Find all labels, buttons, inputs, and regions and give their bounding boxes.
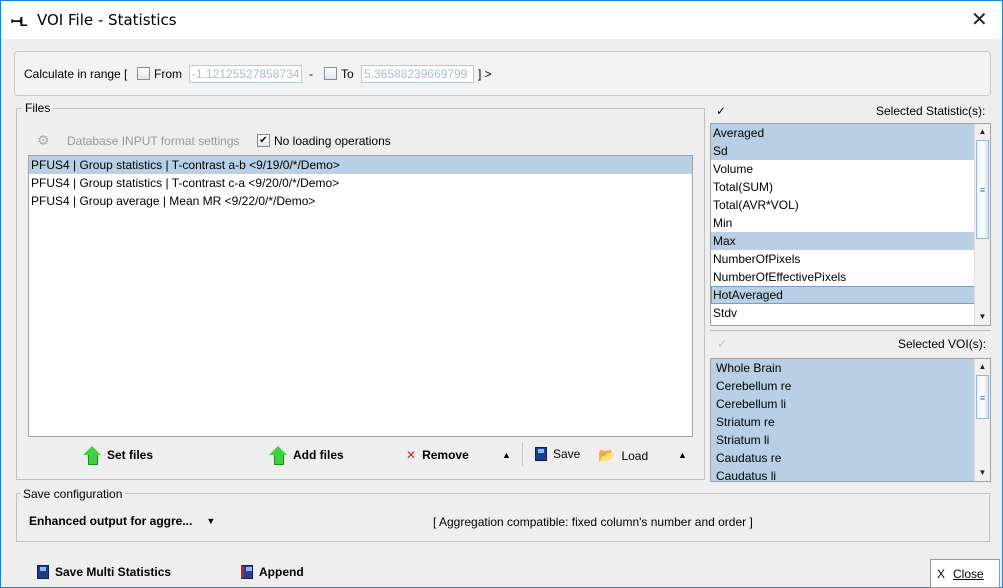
statistic-item[interactable]: Sd xyxy=(711,142,990,160)
load-menu-arrow[interactable]: ▲ xyxy=(678,450,687,460)
plug-icon: ⚙ xyxy=(37,132,50,148)
remove-label: Remove xyxy=(422,448,469,462)
scroll-thumb[interactable]: ≡ xyxy=(976,140,989,239)
remove-button[interactable]: ✕ Remove xyxy=(406,448,469,462)
append-label: Append xyxy=(259,565,304,579)
remove-menu-arrow[interactable]: ▲ xyxy=(502,450,511,460)
scroll-down-icon[interactable]: ▼ xyxy=(975,310,990,324)
title-bar: ꟷL VOI File - Statistics ✕ xyxy=(1,1,1002,39)
voi-item[interactable]: Cerebellum li xyxy=(714,395,990,413)
dialog-window: ꟷL VOI File - Statistics ✕ Calculate in … xyxy=(0,0,1003,588)
scroll-up-icon[interactable]: ▲ xyxy=(975,360,990,374)
no-loading-checkbox[interactable]: ✔ xyxy=(257,134,270,147)
save-files-button[interactable]: Save xyxy=(535,447,580,461)
statistics-list[interactable]: Averaged Sd Volume Total(SUM) Total(AVR*VOL)… xyxy=(710,123,991,326)
statistic-item[interactable]: NumberOfPixels xyxy=(711,250,990,268)
set-files-label: Set files xyxy=(107,448,154,462)
range-panel: Calculate in range [ From -1.12125527858… xyxy=(14,51,991,96)
statistic-item[interactable]: Min xyxy=(711,214,990,232)
files-list[interactable]: PFUS4 | Group statistics | T-contrast a-… xyxy=(28,155,693,437)
file-item[interactable]: PFUS4 | Group statistics | T-contrast c-… xyxy=(29,174,692,192)
statistic-item[interactable]: Volume xyxy=(711,160,990,178)
app-icon: ꟷL xyxy=(11,14,27,29)
statistic-item[interactable]: Total(SUM) xyxy=(711,178,990,196)
aggregation-info: [ Aggregation compatible: fixed column's… xyxy=(433,515,753,529)
divider xyxy=(710,330,991,331)
statistic-item[interactable]: Total(AVR*VOL) xyxy=(711,196,990,214)
green-arrow-up-icon xyxy=(83,446,101,465)
add-files-label: Add files xyxy=(293,448,344,462)
statistic-item[interactable]: HotAveraged xyxy=(711,286,990,304)
output-mode-value: Enhanced output for aggre... xyxy=(29,514,193,528)
close-label: Close xyxy=(953,566,984,581)
statistic-item[interactable]: NumberOfEffectivePixels xyxy=(711,268,990,286)
append-disk-icon xyxy=(241,565,253,579)
to-checkbox[interactable] xyxy=(324,67,337,80)
voi-item[interactable]: Cerebellum re xyxy=(714,377,990,395)
from-label: From xyxy=(154,67,182,81)
voi-title: Selected VOI(s): xyxy=(898,337,987,351)
x-icon: ✕ xyxy=(406,448,417,462)
to-input[interactable]: 5.36588239669799 xyxy=(361,65,474,83)
file-item[interactable]: PFUS4 | Group statistics | T-contrast a-… xyxy=(29,156,692,174)
scroll-up-icon[interactable]: ▲ xyxy=(975,125,990,139)
statistic-item[interactable]: Stdv xyxy=(711,304,990,322)
statistic-item[interactable]: Max xyxy=(711,232,990,250)
file-item[interactable]: PFUS4 | Group average | Mean MR <9/22/0/… xyxy=(29,192,692,210)
voi-item[interactable]: Caudatus li xyxy=(714,467,990,481)
range-label: Calculate in range [ xyxy=(24,67,128,81)
floppy-disk-icon xyxy=(37,565,49,579)
voi-item[interactable]: Striatum li xyxy=(714,431,990,449)
folder-open-icon: 📂 xyxy=(598,447,616,463)
files-title: Files xyxy=(22,101,54,115)
voi-item[interactable]: Whole Brain xyxy=(714,359,990,377)
to-label: To xyxy=(341,67,354,81)
voi-item[interactable]: Striatum re xyxy=(714,413,990,431)
voi-scrollbar[interactable]: ▲ ≡ ▼ xyxy=(974,359,990,481)
load-files-button[interactable]: 📂 Load xyxy=(598,447,648,464)
divider xyxy=(522,442,523,466)
db-settings-button[interactable]: Database INPUT format settings xyxy=(67,134,240,148)
statistics-scrollbar[interactable]: ▲ ≡ ▼ xyxy=(974,124,990,325)
load-label: Load xyxy=(621,448,649,463)
voi-item[interactable]: Caudatus re xyxy=(714,449,990,467)
statistic-item[interactable]: Averaged xyxy=(711,124,990,142)
scroll-thumb[interactable]: ≡ xyxy=(976,375,989,419)
voi-check-icon[interactable]: ✓ xyxy=(717,337,727,351)
from-input[interactable]: -1.12125527858734 xyxy=(189,65,302,83)
chevron-down-icon: ▼ xyxy=(206,516,216,526)
voi-list[interactable]: Whole Brain Cerebellum re Cerebellum li Str… xyxy=(710,358,991,482)
from-checkbox[interactable] xyxy=(137,67,150,80)
range-end: ] > xyxy=(478,67,492,81)
no-loading-label: No loading operations xyxy=(274,134,391,148)
output-mode-dropdown[interactable]: Enhanced output for aggre... ▼ xyxy=(29,514,215,528)
statistics-title: Selected Statistic(s): xyxy=(876,104,986,118)
set-files-button[interactable]: Set files xyxy=(83,446,154,465)
save-multi-statistics-button[interactable]: Save Multi Statistics xyxy=(37,565,171,579)
window-close-button[interactable]: ✕ xyxy=(971,7,988,32)
scroll-down-icon[interactable]: ▼ xyxy=(975,466,990,480)
floppy-disk-icon xyxy=(535,447,547,461)
add-files-button[interactable]: Add files xyxy=(269,446,344,465)
green-arrow-up-icon xyxy=(269,446,287,465)
range-dash: - xyxy=(309,67,313,81)
save-config-title: Save configuration xyxy=(20,487,126,501)
close-icon: X xyxy=(937,566,946,581)
close-button[interactable]: X Close xyxy=(930,559,1000,588)
save-label: Save xyxy=(553,447,581,461)
window-title: VOI File - Statistics xyxy=(37,11,177,29)
append-button[interactable]: Append xyxy=(241,565,304,579)
statistics-check-icon[interactable]: ✓ xyxy=(716,104,726,118)
save-multi-label: Save Multi Statistics xyxy=(55,565,172,579)
